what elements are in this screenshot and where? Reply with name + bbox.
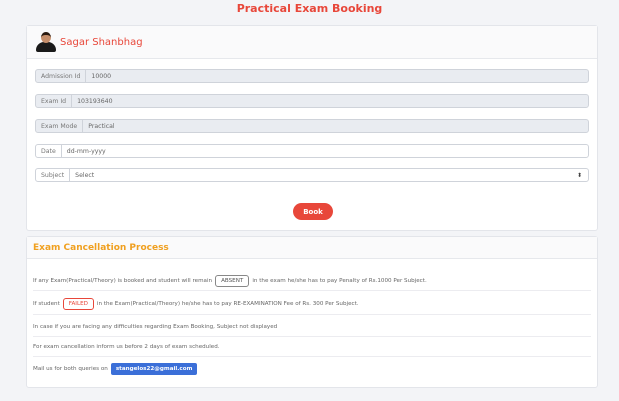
- cancellation-notice-text: For exam cancellation inform us before 2…: [33, 343, 220, 350]
- cancellation-notice-row: For exam cancellation inform us before 2…: [33, 337, 591, 357]
- failed-rule-row: If student FAILED in the Exam(Practical/…: [33, 293, 591, 315]
- absent-rule-row: If any Exam(Practical/Theory) is booked …: [33, 271, 591, 291]
- cancellation-header: Exam Cancellation Process: [27, 237, 597, 259]
- mail-row: Mail us for both queries on stangelos22@…: [33, 358, 591, 380]
- failed-rule-text-start: If student: [33, 300, 60, 307]
- admission-id-value: 10000: [91, 72, 112, 80]
- book-button[interactable]: Book: [293, 203, 333, 220]
- failed-badge: FAILED: [62, 297, 94, 310]
- mail-text: Mail us for both queries on: [33, 366, 108, 372]
- avatar-body-shape: [36, 42, 56, 52]
- avatar-head-shape: [41, 32, 51, 43]
- absent-rule-text-start: If any Exam(Practical/Theory) is booked …: [33, 277, 213, 284]
- subject-select[interactable]: Subject Select ⬍: [35, 168, 589, 182]
- date-placeholder[interactable]: dd-mm-yyyy: [62, 148, 588, 155]
- failed-rule-text-end: in the Exam(Practical/Theory) he/she has…: [96, 300, 359, 307]
- email-button[interactable]: stangelos22@gmail.com: [110, 363, 198, 375]
- date-label: Date: [36, 145, 62, 157]
- section-title: Exam Cancellation Process: [33, 242, 169, 253]
- admission-id-label: Admission Id: [36, 70, 87, 82]
- user-header: Sagar Shanbhag: [27, 26, 597, 59]
- exam-mode-label: Exam Mode: [36, 120, 84, 132]
- exam-id-label: Exam Id: [36, 95, 73, 107]
- subject-selected-value[interactable]: Select: [70, 172, 577, 179]
- page-title: Practical Exam Booking: [236, 2, 383, 15]
- cancellation-card: Exam Cancellation Process If any Exam(Pr…: [26, 236, 598, 388]
- absent-badge: ABSENT: [215, 274, 250, 287]
- user-name: Sagar Shanbhag: [60, 36, 143, 48]
- avatar: [35, 31, 57, 53]
- difficulty-row: In case if you are facing any difficulti…: [33, 317, 591, 337]
- admission-id-field: Admission Id 10000: [35, 69, 589, 83]
- exam-mode-value: Practical: [88, 122, 115, 130]
- booking-card: Sagar Shanbhag Admission Id 10000 Exam I…: [26, 25, 598, 231]
- select-arrows-icon[interactable]: ⬍: [577, 172, 588, 179]
- exam-id-value: 103193640: [77, 97, 113, 105]
- subject-label: Subject: [36, 169, 71, 181]
- absent-rule-text-end: in the exam he/she has to pay Penalty of…: [252, 277, 427, 284]
- date-input[interactable]: Date dd-mm-yyyy: [35, 144, 589, 158]
- difficulty-text: In case if you are facing any difficulti…: [33, 323, 278, 330]
- exam-mode-field: Exam Mode Practical: [35, 119, 589, 133]
- exam-id-field: Exam Id 103193640: [35, 94, 589, 108]
